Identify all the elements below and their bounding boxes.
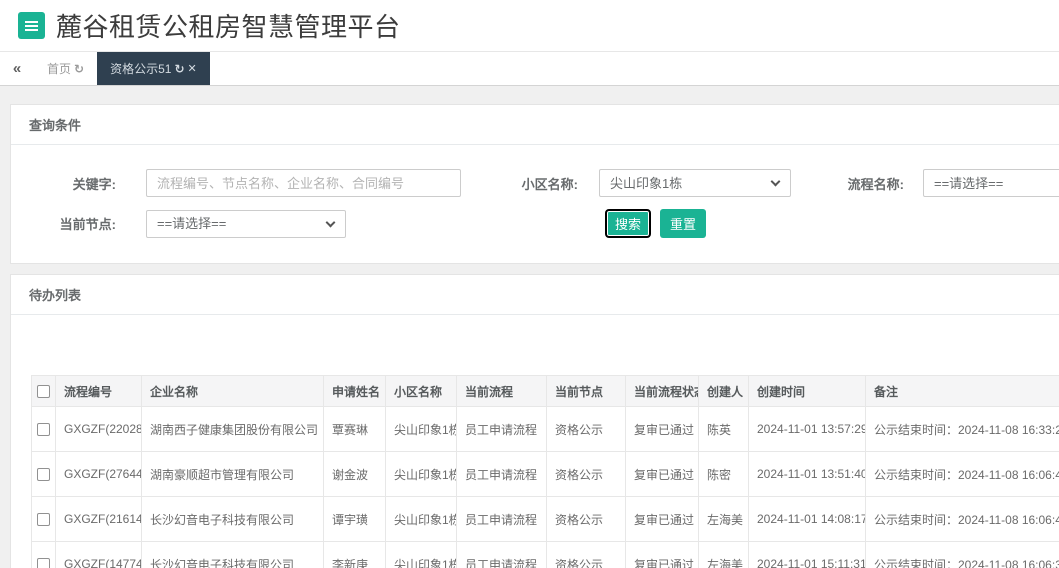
row-checkbox[interactable] [37,423,50,436]
cell-created-time: 2024-11-01 13:57:29 [749,407,866,452]
cell-remark: 公示结束时间：2024-11-08 16:06:48 [866,452,1059,497]
table-row: GXGZF(22028) 湖南西子健康集团股份有限公司 覃赛琳 尖山印象1栋 员… [32,407,1059,452]
row-checkbox[interactable] [37,468,50,481]
app-title: 麓谷租赁公租房智慧管理平台 [56,7,401,44]
query-panel-title: 查询条件 [11,105,1059,145]
menu-toggle-button[interactable] [18,12,45,39]
cell-process-id: GXGZF(21614) [56,497,142,542]
cell-company: 湖南西子健康集团股份有限公司 [142,407,324,452]
cell-created-time: 2024-11-01 13:51:40 [749,452,866,497]
cell-current-process: 员工申请流程 [457,497,547,542]
query-panel: 查询条件 关键字: 小区名称: 尖山印象1栋 流程名称: ==请选择== 当前节… [10,104,1059,264]
cell-creator: 左海美 [699,542,749,568]
keyword-label: 关键字: [31,174,146,193]
cell-process-status: 复审已通过 [626,497,699,542]
community-label: 小区名称: [461,174,599,193]
row-checkbox[interactable] [37,558,50,568]
cell-community: 尖山印象1栋 [386,452,457,497]
select-all-checkbox[interactable] [37,385,50,398]
cell-process-status: 复审已通过 [626,542,699,568]
node-select-wrap: ==请选择== [146,210,346,238]
cell-process-status: 复审已通过 [626,452,699,497]
cell-applicant: 覃赛琳 [324,407,386,452]
process-select-wrap: ==请选择== [923,169,1059,197]
community-select[interactable]: 尖山印象1栋 [599,169,791,197]
todo-panel-title: 待办列表 [11,275,1059,315]
cell-process-id: GXGZF(22028) [56,407,142,452]
tabs-collapse-button[interactable]: « [0,52,34,85]
table-row: GXGZF(27644) 湖南豪顺超市管理有限公司 谢金波 尖山印象1栋 员工申… [32,452,1059,497]
todo-panel: 待办列表 流程编号 企业名称 申请姓名 小区名称 当前流程 当前 [10,274,1059,568]
col-header-community: 小区名称 [386,376,457,407]
cell-creator: 左海美 [699,497,749,542]
node-label: 当前节点: [31,214,146,233]
cell-company: 湖南豪顺超市管理有限公司 [142,452,324,497]
cell-remark: 公示结束时间：2024-11-08 16:06:42 [866,497,1059,542]
tab-home[interactable]: 首页↻ [34,52,97,85]
community-select-wrap: 尖山印象1栋 [599,169,791,197]
cell-current-node: 资格公示 [547,542,626,568]
query-form: 关键字: 小区名称: 尖山印象1栋 流程名称: ==请选择== 当前节点: ==… [11,145,1059,263]
col-header-remark: 备注 [866,376,1059,407]
hamburger-icon [25,25,38,27]
cell-community: 尖山印象1栋 [386,497,457,542]
cell-remark: 公示结束时间：2024-11-08 16:33:27 [866,407,1059,452]
row-checkbox[interactable] [37,513,50,526]
cell-current-node: 资格公示 [547,497,626,542]
table-row: GXGZF(14774) 长沙幻音电子科技有限公司 李新庚 尖山印象1栋 员工申… [32,542,1059,568]
col-header-creator: 创建人 [699,376,749,407]
cell-current-process: 员工申请流程 [457,407,547,452]
process-label: 流程名称: [791,174,923,193]
reset-button[interactable]: 重置 [660,209,706,238]
node-select[interactable]: ==请选择== [146,210,346,238]
cell-process-id: GXGZF(27644) [56,452,142,497]
todo-table-area: 流程编号 企业名称 申请姓名 小区名称 当前流程 当前节点 当前流程状态 创建人… [11,315,1059,568]
col-header-process-id: 流程编号 [56,376,142,407]
cell-current-process: 员工申请流程 [457,452,547,497]
cell-applicant: 李新庚 [324,542,386,568]
col-header-process-status: 当前流程状态 [626,376,699,407]
cell-created-time: 2024-11-01 14:08:17 [749,497,866,542]
cell-community: 尖山印象1栋 [386,542,457,568]
cell-process-id: GXGZF(14774) [56,542,142,568]
search-button[interactable]: 搜索 [605,209,651,238]
col-header-applicant: 申请姓名 [324,376,386,407]
cell-creator: 陈密 [699,452,749,497]
double-chevron-left-icon: « [13,60,21,77]
cell-creator: 陈英 [699,407,749,452]
refresh-icon[interactable]: ↻ [74,62,84,76]
process-select[interactable]: ==请选择== [923,169,1059,197]
table-header-row: 流程编号 企业名称 申请姓名 小区名称 当前流程 当前节点 当前流程状态 创建人… [32,376,1059,407]
tab-bar: « 首页↻ 资格公示51↻✕ [0,52,1059,86]
cell-current-node: 资格公示 [547,452,626,497]
cell-company: 长沙幻音电子科技有限公司 [142,542,324,568]
col-header-current-process: 当前流程 [457,376,547,407]
tab-active-label: 资格公示51 [110,60,171,77]
cell-process-status: 复审已通过 [626,407,699,452]
cell-applicant: 谭宇璜 [324,497,386,542]
keyword-input[interactable] [146,169,461,197]
close-icon[interactable]: ✕ [188,62,197,75]
col-header-company: 企业名称 [142,376,324,407]
tab-home-label: 首页 [47,60,71,77]
cell-company: 长沙幻音电子科技有限公司 [142,497,324,542]
app-header: 麓谷租赁公租房智慧管理平台 [0,0,1059,52]
cell-current-process: 员工申请流程 [457,542,547,568]
col-header-created-time: 创建时间 [749,376,866,407]
table-row: GXGZF(21614) 长沙幻音电子科技有限公司 谭宇璜 尖山印象1栋 员工申… [32,497,1059,542]
refresh-icon[interactable]: ↻ [174,62,184,76]
col-header-current-node: 当前节点 [547,376,626,407]
cell-applicant: 谢金波 [324,452,386,497]
cell-current-node: 资格公示 [547,407,626,452]
cell-remark: 公示结束时间：2024-11-08 16:06:34 [866,542,1059,568]
tab-qualification-publicity[interactable]: 资格公示51↻ ✕ [97,52,210,85]
cell-community: 尖山印象1栋 [386,407,457,452]
cell-created-time: 2024-11-01 15:11:31 [749,542,866,568]
todo-table: 流程编号 企业名称 申请姓名 小区名称 当前流程 当前节点 当前流程状态 创建人… [31,375,1059,568]
page-content: 查询条件 关键字: 小区名称: 尖山印象1栋 流程名称: ==请选择== 当前节… [0,86,1059,568]
